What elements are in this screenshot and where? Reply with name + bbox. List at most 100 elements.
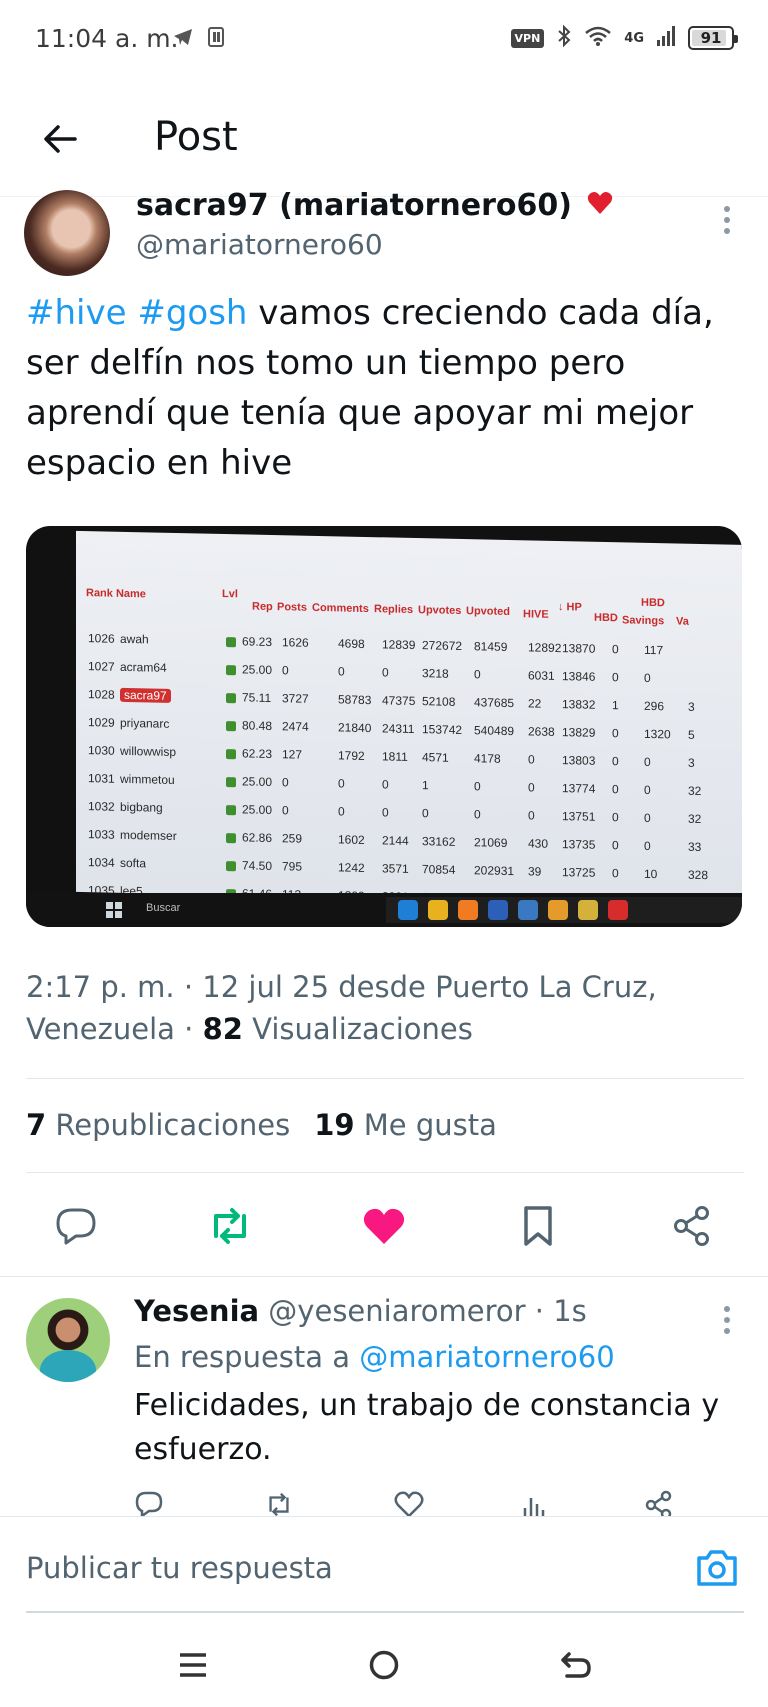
more-vertical-icon — [724, 206, 730, 234]
row-rank: 1027 — [88, 659, 115, 674]
row-comments: 21840 — [338, 720, 372, 736]
bookmark-button[interactable] — [508, 1196, 568, 1256]
reply-like-button[interactable] — [394, 1490, 424, 1518]
likes-stat[interactable]: 19 Me gusta — [314, 1108, 497, 1142]
reply-author-name[interactable]: Yesenia — [134, 1294, 259, 1328]
row-replies: 24311 — [382, 721, 415, 737]
firefox-icon — [458, 900, 478, 920]
row-rep: 69.23 — [242, 634, 273, 650]
row-savings: 0 — [644, 782, 651, 797]
row-replies: 0 — [382, 805, 389, 820]
row-upvoted: 0 — [474, 667, 481, 682]
row-hp: 13725 — [562, 865, 596, 880]
post-image[interactable]: Rank Name Lvl Rep Posts Comments Replies… — [26, 526, 742, 927]
chrome-icon — [428, 900, 448, 920]
row-rank: 1026 — [88, 631, 115, 646]
row-posts: 127 — [282, 747, 303, 762]
divider — [26, 1172, 744, 1173]
page-title: Post — [154, 114, 238, 160]
header-lvl: Lvl — [222, 587, 238, 601]
row-hp: 13735 — [562, 837, 596, 852]
wifi-icon — [584, 25, 612, 51]
reposts-stat[interactable]: 7 Republicaciones — [26, 1108, 290, 1142]
row-posts: 795 — [282, 859, 303, 874]
row-posts: 0 — [282, 803, 289, 818]
composer-underline — [26, 1611, 744, 1613]
row-comments: 4698 — [338, 636, 365, 651]
divider — [26, 1078, 744, 1079]
share-button[interactable] — [662, 1196, 722, 1256]
level-cube-icon — [226, 861, 236, 872]
row-savings: 10 — [644, 866, 658, 882]
row-rep: 62.86 — [242, 830, 273, 846]
row-hbd: 0 — [612, 810, 619, 825]
header-upvotes: Upvotes — [418, 604, 462, 617]
row-comments: 1242 — [338, 860, 365, 875]
row-replies: 0 — [382, 777, 389, 792]
author-handle[interactable]: @mariatornero60 — [136, 228, 383, 261]
hashtag-link[interactable]: #hive — [26, 293, 127, 333]
row-hbd: 0 — [612, 838, 619, 853]
like-button[interactable] — [354, 1196, 414, 1256]
row-hp: 13829 — [562, 725, 596, 740]
reply-input[interactable]: Publicar tu respuesta — [26, 1551, 333, 1585]
row-upvoted: 4178 — [474, 751, 501, 766]
hashtag-link[interactable]: #gosh — [137, 293, 247, 333]
row-va: 3 — [688, 699, 695, 714]
row-hive: 39 — [528, 864, 542, 879]
reply-handle-time[interactable]: @yeseniaromeror · 1s — [259, 1294, 586, 1328]
windows-icon — [106, 902, 122, 918]
row-rank: 1029 — [88, 715, 115, 730]
row-posts: 259 — [282, 831, 303, 846]
row-hbd: 0 — [612, 670, 619, 685]
recent-apps-button[interactable] — [168, 1640, 218, 1690]
app-icon — [518, 900, 538, 920]
row-upvoted: 21069 — [474, 835, 508, 850]
row-va: 32 — [688, 811, 702, 827]
row-hbd: 0 — [612, 754, 619, 769]
row-hive: 0 — [528, 752, 535, 767]
reply-reply-button[interactable] — [134, 1490, 164, 1518]
header-hbd-2: HBD — [594, 611, 618, 625]
row-rep: 25.00 — [242, 774, 273, 790]
bar-chart-icon — [523, 1498, 545, 1518]
red-heart-badge-icon — [586, 189, 614, 224]
reply-to: En respuesta a @mariatornero60 — [134, 1340, 615, 1374]
author-name[interactable]: sacra97 (mariatornero60) — [136, 188, 614, 224]
row-name: wimmetou — [120, 771, 175, 787]
reply-more-button[interactable] — [712, 1300, 742, 1340]
row-hive: 0 — [528, 780, 535, 795]
level-cube-icon — [226, 721, 236, 732]
back-nav-button[interactable] — [551, 1640, 601, 1690]
home-button[interactable] — [359, 1640, 409, 1690]
level-cube-icon — [226, 749, 236, 760]
row-hp: 13774 — [562, 781, 596, 796]
repost-button[interactable] — [200, 1196, 260, 1256]
row-hive: 22 — [528, 696, 542, 711]
reply-avatar[interactable] — [26, 1298, 110, 1382]
header-replies: Replies — [374, 603, 414, 616]
row-upvotes: 153742 — [422, 722, 463, 738]
row-rank: 1033 — [88, 827, 115, 842]
post-more-button[interactable] — [712, 200, 742, 240]
home-circle-icon — [369, 1650, 399, 1680]
system-nav-bar — [0, 1620, 768, 1707]
repost-icon — [214, 1208, 246, 1244]
row-rep: 75.11 — [242, 690, 272, 706]
row-replies: 2144 — [382, 833, 409, 848]
level-cube-icon — [226, 833, 236, 844]
reply-views-button[interactable] — [519, 1490, 549, 1518]
bookmark-icon — [524, 1206, 552, 1246]
back-button[interactable] — [30, 114, 90, 164]
row-rep: 25.00 — [242, 802, 273, 818]
reposts-count: 7 — [26, 1108, 47, 1142]
reply-to-mention[interactable]: @mariatornero60 — [359, 1340, 614, 1374]
reply-share-button[interactable] — [644, 1490, 674, 1518]
row-savings: 296 — [644, 698, 665, 714]
camera-button[interactable] — [692, 1545, 742, 1591]
author-avatar[interactable] — [24, 190, 110, 276]
reply-repost-button[interactable] — [264, 1490, 294, 1518]
row-rank: 1031 — [88, 771, 115, 786]
reply-button[interactable] — [46, 1196, 106, 1256]
word-icon — [488, 900, 508, 920]
